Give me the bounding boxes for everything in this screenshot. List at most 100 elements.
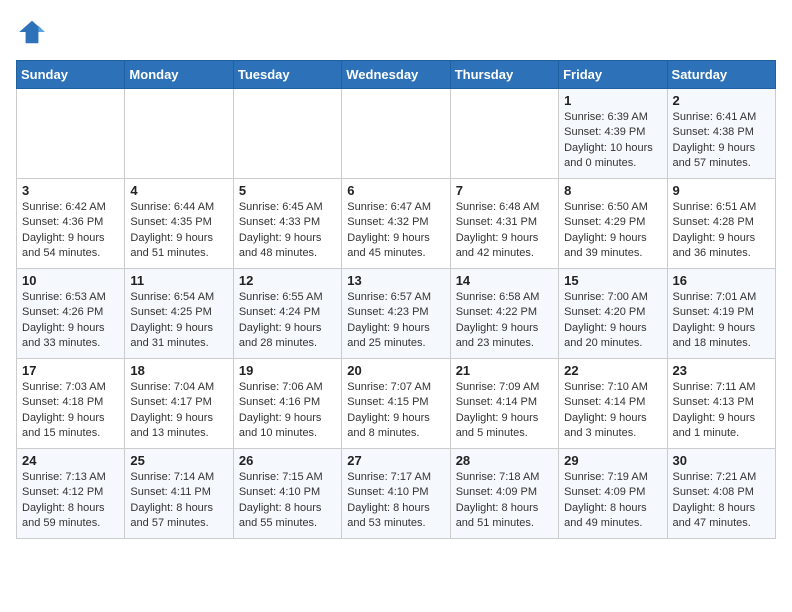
day-detail: Sunrise: 6:51 AM Sunset: 4:28 PM Dayligh…	[673, 200, 770, 262]
col-header-friday: Friday	[559, 61, 667, 89]
week-row-3: 10 Sunrise: 6:53 AM Sunset: 4:26 PM Dayli…	[17, 269, 776, 359]
day-number: 3	[22, 183, 119, 198]
day-cell	[450, 89, 558, 179]
day-cell: 9 Sunrise: 6:51 AM Sunset: 4:28 PM Daylig…	[667, 179, 775, 269]
day-cell	[233, 89, 341, 179]
day-cell: 7 Sunrise: 6:48 AM Sunset: 4:31 PM Daylig…	[450, 179, 558, 269]
day-number: 17	[22, 363, 119, 378]
day-number: 8	[564, 183, 661, 198]
day-detail: Sunrise: 7:11 AM Sunset: 4:13 PM Dayligh…	[673, 380, 770, 442]
day-number: 4	[130, 183, 227, 198]
day-cell	[17, 89, 125, 179]
day-number: 9	[673, 183, 770, 198]
day-cell: 24 Sunrise: 7:13 AM Sunset: 4:12 PM Dayli…	[17, 449, 125, 539]
day-cell: 18 Sunrise: 7:04 AM Sunset: 4:17 PM Dayli…	[125, 359, 233, 449]
week-row-2: 3 Sunrise: 6:42 AM Sunset: 4:36 PM Daylig…	[17, 179, 776, 269]
day-cell: 28Sunrise: 7:18 AM Sunset: 4:09 PM Dayli…	[450, 449, 558, 539]
day-number: 30	[673, 453, 770, 468]
day-number: 26	[239, 453, 336, 468]
day-cell: 5 Sunrise: 6:45 AM Sunset: 4:33 PM Daylig…	[233, 179, 341, 269]
day-detail: Sunrise: 6:54 AM Sunset: 4:25 PM Dayligh…	[130, 290, 227, 352]
day-cell: 13 Sunrise: 6:57 AM Sunset: 4:23 PM Dayli…	[342, 269, 450, 359]
day-detail: Sunrise: 7:10 AM Sunset: 4:14 PM Dayligh…	[564, 380, 661, 442]
day-detail: Sunrise: 7:13 AM Sunset: 4:12 PM Dayligh…	[22, 470, 119, 532]
day-number: 10	[22, 273, 119, 288]
day-detail: Sunrise: 7:00 AM Sunset: 4:20 PM Dayligh…	[564, 290, 661, 352]
day-cell: 16 Sunrise: 7:01 AM Sunset: 4:19 PM Dayli…	[667, 269, 775, 359]
day-detail: Sunrise: 7:15 AM Sunset: 4:10 PM Dayligh…	[239, 470, 336, 532]
day-cell: 6 Sunrise: 6:47 AM Sunset: 4:32 PM Daylig…	[342, 179, 450, 269]
day-cell: 22 Sunrise: 7:10 AM Sunset: 4:14 PM Dayli…	[559, 359, 667, 449]
day-cell: 19 Sunrise: 7:06 AM Sunset: 4:16 PM Dayli…	[233, 359, 341, 449]
day-detail: Sunrise: 6:57 AM Sunset: 4:23 PM Dayligh…	[347, 290, 444, 352]
day-cell: 4Sunrise: 6:44 AM Sunset: 4:35 PM Daylig…	[125, 179, 233, 269]
logo	[16, 16, 52, 48]
day-cell: 17 Sunrise: 7:03 AM Sunset: 4:18 PM Dayli…	[17, 359, 125, 449]
day-number: 21	[456, 363, 553, 378]
logo-icon	[16, 16, 48, 48]
day-detail: Sunrise: 7:03 AM Sunset: 4:18 PM Dayligh…	[22, 380, 119, 442]
day-number: 16	[673, 273, 770, 288]
calendar-table: SundayMondayTuesdayWednesdayThursdayFrid…	[16, 60, 776, 539]
day-cell: 21 Sunrise: 7:09 AM Sunset: 4:14 PM Dayli…	[450, 359, 558, 449]
day-cell: 29Sunrise: 7:19 AM Sunset: 4:09 PM Dayli…	[559, 449, 667, 539]
day-number: 28	[456, 453, 553, 468]
col-header-sunday: Sunday	[17, 61, 125, 89]
day-number: 6	[347, 183, 444, 198]
day-number: 27	[347, 453, 444, 468]
day-cell: 10 Sunrise: 6:53 AM Sunset: 4:26 PM Dayli…	[17, 269, 125, 359]
day-number: 1	[564, 93, 661, 108]
day-detail: Sunrise: 6:45 AM Sunset: 4:33 PM Dayligh…	[239, 200, 336, 262]
day-cell: 8 Sunrise: 6:50 AM Sunset: 4:29 PM Daylig…	[559, 179, 667, 269]
day-detail: Sunrise: 7:01 AM Sunset: 4:19 PM Dayligh…	[673, 290, 770, 352]
day-number: 22	[564, 363, 661, 378]
day-number: 25	[130, 453, 227, 468]
day-cell: 26 Sunrise: 7:15 AM Sunset: 4:10 PM Dayli…	[233, 449, 341, 539]
day-detail: Sunrise: 7:09 AM Sunset: 4:14 PM Dayligh…	[456, 380, 553, 442]
day-cell: 11 Sunrise: 6:54 AM Sunset: 4:25 PM Dayli…	[125, 269, 233, 359]
day-number: 24	[22, 453, 119, 468]
day-detail: Sunrise: 6:50 AM Sunset: 4:29 PM Dayligh…	[564, 200, 661, 262]
col-header-thursday: Thursday	[450, 61, 558, 89]
day-number: 15	[564, 273, 661, 288]
col-header-monday: Monday	[125, 61, 233, 89]
col-header-tuesday: Tuesday	[233, 61, 341, 89]
day-detail: Sunrise: 6:47 AM Sunset: 4:32 PM Dayligh…	[347, 200, 444, 262]
page-header	[16, 16, 776, 48]
day-number: 5	[239, 183, 336, 198]
col-header-wednesday: Wednesday	[342, 61, 450, 89]
day-detail: Sunrise: 6:53 AM Sunset: 4:26 PM Dayligh…	[22, 290, 119, 352]
day-number: 12	[239, 273, 336, 288]
day-number: 13	[347, 273, 444, 288]
day-cell: 14 Sunrise: 6:58 AM Sunset: 4:22 PM Dayli…	[450, 269, 558, 359]
day-cell: 1 Sunrise: 6:39 AM Sunset: 4:39 PM Daylig…	[559, 89, 667, 179]
day-detail: Sunrise: 6:39 AM Sunset: 4:39 PM Dayligh…	[564, 110, 661, 172]
day-detail: Sunrise: 6:58 AM Sunset: 4:22 PM Dayligh…	[456, 290, 553, 352]
day-number: 14	[456, 273, 553, 288]
day-detail: Sunrise: 7:04 AM Sunset: 4:17 PM Dayligh…	[130, 380, 227, 442]
day-number: 7	[456, 183, 553, 198]
day-cell: 23 Sunrise: 7:11 AM Sunset: 4:13 PM Dayli…	[667, 359, 775, 449]
day-cell: 30 Sunrise: 7:21 AM Sunset: 4:08 PM Dayli…	[667, 449, 775, 539]
day-number: 2	[673, 93, 770, 108]
day-number: 23	[673, 363, 770, 378]
day-number: 18	[130, 363, 227, 378]
day-detail: Sunrise: 6:55 AM Sunset: 4:24 PM Dayligh…	[239, 290, 336, 352]
week-row-4: 17 Sunrise: 7:03 AM Sunset: 4:18 PM Dayli…	[17, 359, 776, 449]
col-header-saturday: Saturday	[667, 61, 775, 89]
day-detail: Sunrise: 7:21 AM Sunset: 4:08 PM Dayligh…	[673, 470, 770, 532]
day-detail: Sunrise: 7:17 AM Sunset: 4:10 PM Dayligh…	[347, 470, 444, 532]
day-detail: Sunrise: 6:42 AM Sunset: 4:36 PM Dayligh…	[22, 200, 119, 262]
week-row-5: 24 Sunrise: 7:13 AM Sunset: 4:12 PM Dayli…	[17, 449, 776, 539]
day-number: 11	[130, 273, 227, 288]
day-number: 19	[239, 363, 336, 378]
day-cell	[342, 89, 450, 179]
day-detail: Sunrise: 6:48 AM Sunset: 4:31 PM Dayligh…	[456, 200, 553, 262]
day-detail: Sunrise: 7:06 AM Sunset: 4:16 PM Dayligh…	[239, 380, 336, 442]
day-cell: 27 Sunrise: 7:17 AM Sunset: 4:10 PM Dayli…	[342, 449, 450, 539]
day-cell	[125, 89, 233, 179]
day-cell: 3 Sunrise: 6:42 AM Sunset: 4:36 PM Daylig…	[17, 179, 125, 269]
day-number: 29	[564, 453, 661, 468]
day-number: 20	[347, 363, 444, 378]
day-detail: Sunrise: 7:14 AM Sunset: 4:11 PM Dayligh…	[130, 470, 227, 532]
